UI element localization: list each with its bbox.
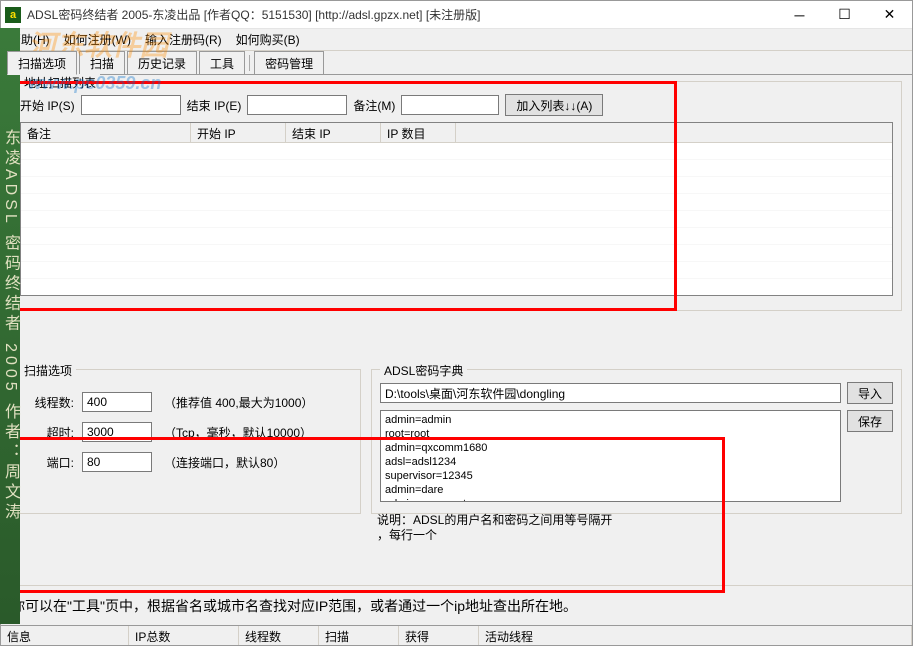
port-label: 端口: [30, 454, 74, 471]
remark-input[interactable] [401, 95, 499, 115]
tab-tools[interactable]: 工具 [199, 51, 245, 74]
tab-separator [249, 55, 250, 71]
titlebar: a ADSL密码终结者 2005-东凌出品 [作者QQ：5151530] [ht… [1, 1, 912, 29]
status-iptotal: IP总数 [129, 626, 239, 645]
address-scan-list-group: 地址扫描列表 开始 IP(S) 结束 IP(E) 备注(M) 加入列表↓↓(A)… [11, 81, 902, 311]
menu-help[interactable]: 帮助(H) [9, 31, 50, 48]
list-item[interactable]: admin=qxcomm1680 [385, 441, 836, 455]
minimize-button[interactable]: ─ [777, 1, 822, 29]
statusbar: 信息 IP总数 线程数 扫描 获得 活动线程 [1, 625, 912, 645]
list-item[interactable]: admin=conexant [385, 497, 836, 502]
dict-path-input[interactable] [380, 383, 841, 403]
tab-scan-options[interactable]: 扫描选项 [7, 51, 77, 75]
maximize-button[interactable]: ☐ [822, 1, 867, 29]
remark-label: 备注(M) [353, 97, 395, 114]
menu-buy[interactable]: 如何购买(B) [236, 31, 300, 48]
status-scan: 扫描 [319, 626, 399, 645]
start-ip-label: 开始 IP(S) [20, 97, 75, 114]
threads-label: 线程数: [30, 394, 74, 411]
close-button[interactable]: ✕ [867, 1, 912, 29]
list-item[interactable]: admin=dare [385, 483, 836, 497]
save-button[interactable]: 保存 [847, 410, 893, 432]
menu-inputcode[interactable]: 输入注册码(R) [145, 31, 222, 48]
col-ip-count[interactable]: IP 数目 [381, 123, 456, 142]
tab-password-manager[interactable]: 密码管理 [254, 51, 324, 74]
col-start-ip[interactable]: 开始 IP [191, 123, 286, 142]
status-info: 信息 [1, 626, 129, 645]
scan-group-legend: 扫描选项 [20, 362, 76, 379]
threads-input[interactable] [82, 392, 152, 412]
app-icon: a [5, 7, 21, 23]
port-input[interactable] [82, 452, 152, 472]
dict-note-1: 说明：ADSL的用户名和密码之间用等号隔开 [377, 513, 612, 527]
threads-hint: （推荐值 400,最大为1000） [164, 394, 313, 411]
table-body[interactable] [21, 143, 892, 296]
end-ip-label: 结束 IP(E) [187, 97, 242, 114]
status-threads: 线程数 [239, 626, 319, 645]
table-header: 备注 开始 IP 结束 IP IP 数目 [21, 123, 892, 143]
ip-table[interactable]: 备注 开始 IP 结束 IP IP 数目 [20, 122, 893, 296]
import-button[interactable]: 导入 [847, 382, 893, 404]
adsl-dictionary-group: ADSL密码字典 导入 admin=admin root=root admin=… [371, 369, 902, 514]
col-spacer [456, 123, 892, 142]
menubar: 帮助(H) 如何注册(W) 输入注册码(R) 如何购买(B) [1, 29, 912, 51]
address-group-legend: 地址扫描列表 [20, 74, 100, 91]
status-active: 活动线程 [479, 626, 912, 645]
end-ip-input[interactable] [247, 95, 347, 115]
dict-note-2: ，每行一个 [377, 528, 437, 542]
window-title: ADSL密码终结者 2005-东凌出品 [作者QQ：5151530] [http… [27, 6, 777, 23]
tip-bar: 你可以在"工具"页中，根据省名或城市名查找对应IP范围，或者通过一个ip地址查出… [1, 585, 912, 625]
col-end-ip[interactable]: 结束 IP [286, 123, 381, 142]
start-ip-input[interactable] [81, 95, 181, 115]
timeout-label: 超时: [30, 424, 74, 441]
col-remark[interactable]: 备注 [21, 123, 191, 142]
main-panel: 地址扫描列表 开始 IP(S) 结束 IP(E) 备注(M) 加入列表↓↓(A)… [1, 75, 912, 585]
timeout-hint: （Tcp，毫秒，默认10000） [164, 424, 312, 441]
list-item[interactable]: admin=admin [385, 413, 836, 427]
status-got: 获得 [399, 626, 479, 645]
list-item[interactable]: adsl=adsl1234 [385, 455, 836, 469]
dict-listbox[interactable]: admin=admin root=root admin=qxcomm1680 a… [380, 410, 841, 502]
dict-group-legend: ADSL密码字典 [380, 362, 467, 379]
scan-options-group: 扫描选项 线程数: （推荐值 400,最大为1000） 超时: （Tcp，毫秒，… [11, 369, 361, 514]
timeout-input[interactable] [82, 422, 152, 442]
port-hint: （连接端口，默认80） [164, 454, 285, 471]
list-item[interactable]: root=root [385, 427, 836, 441]
menu-register[interactable]: 如何注册(W) [64, 31, 131, 48]
add-to-list-button[interactable]: 加入列表↓↓(A) [505, 94, 603, 116]
tab-scan[interactable]: 扫描 [79, 51, 125, 74]
list-item[interactable]: supervisor=12345 [385, 469, 836, 483]
tabbar: 扫描选项 扫描 历史记录 工具 密码管理 [1, 51, 912, 75]
tab-history[interactable]: 历史记录 [127, 51, 197, 74]
tip-text: 你可以在"工具"页中，根据省名或城市名查找对应IP范围，或者通过一个ip地址查出… [11, 596, 577, 616]
